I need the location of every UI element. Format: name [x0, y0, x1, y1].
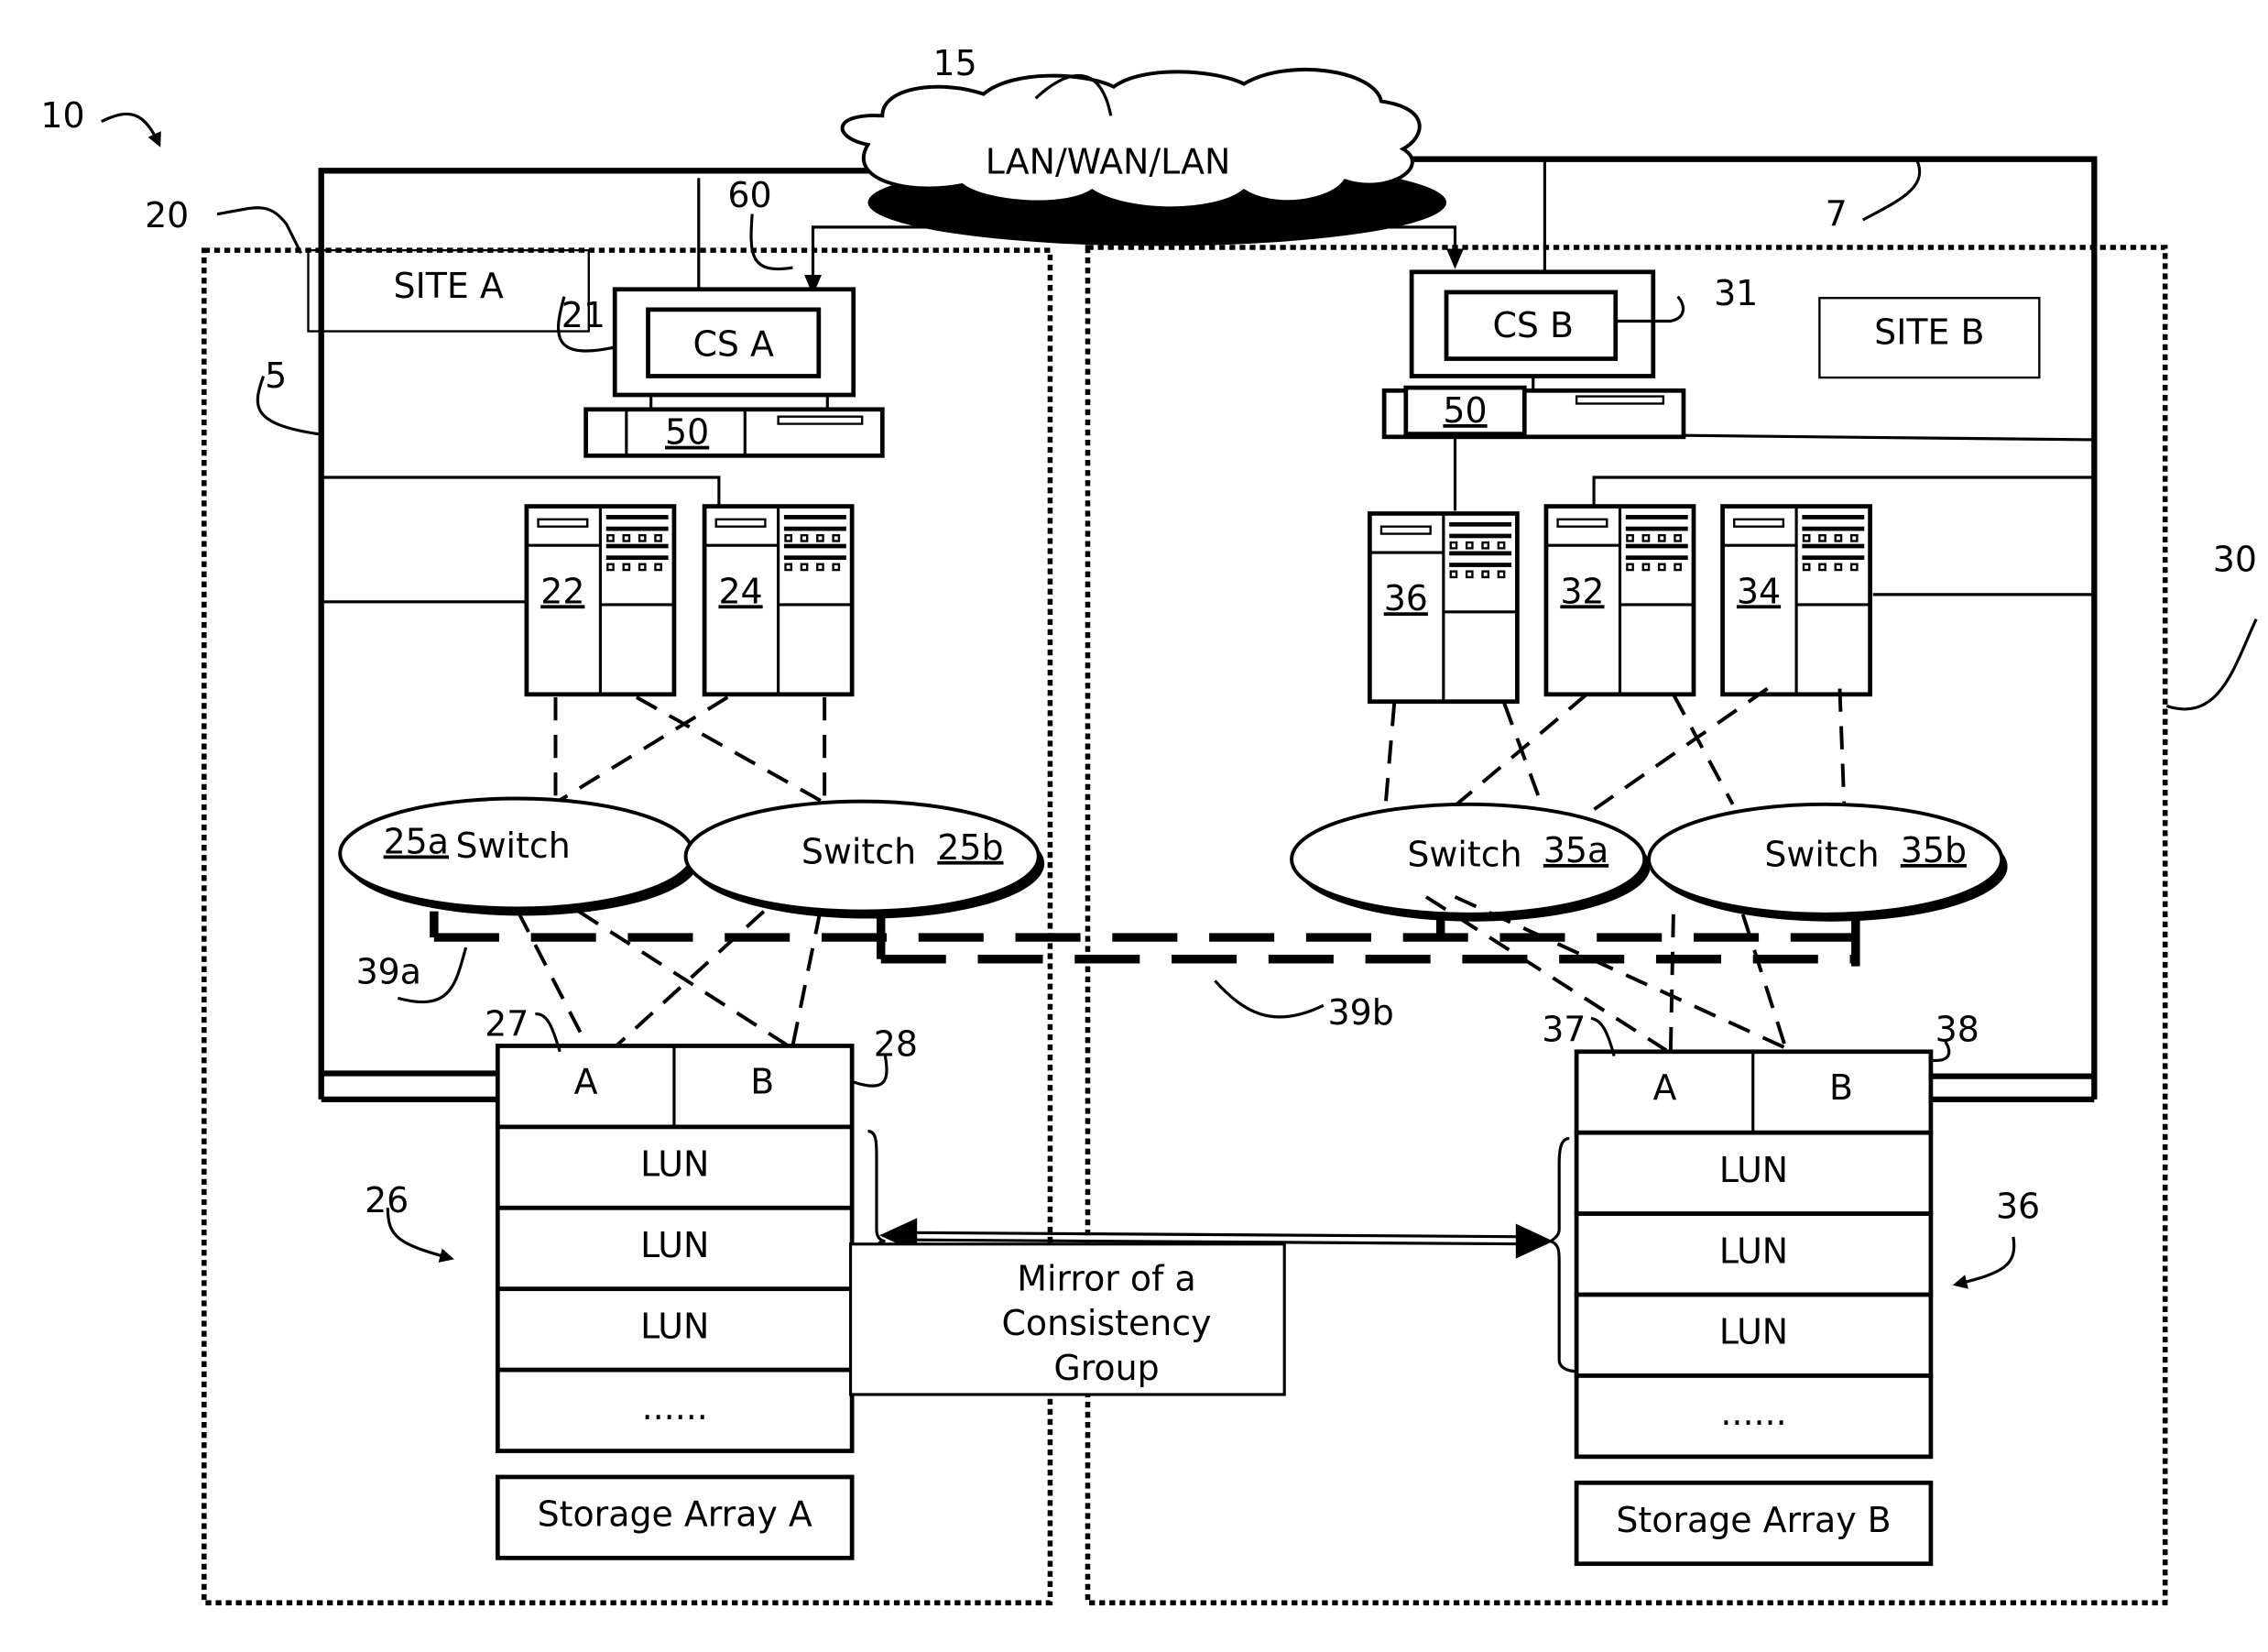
host-ref-label: 22 [540, 571, 584, 611]
storage-port-label: B [1829, 1067, 1853, 1108]
host-ref-label: 32 [1560, 571, 1604, 611]
ref-label-console-a: 21 [562, 295, 605, 335]
network-label: LAN/WAN/LAN [986, 141, 1231, 181]
leader-fabric-b [1214, 979, 1325, 1019]
host-server: 22 [524, 504, 677, 697]
switch-label: Switch [801, 832, 916, 872]
bus-site-a-bottom [321, 1070, 498, 1103]
leader-site-b [2165, 618, 2258, 711]
console-a-label: CS A [692, 323, 774, 364]
leader-arrow-system [101, 112, 161, 148]
leader-storage-b [1952, 1236, 2016, 1289]
ref-label-port-b-a: 37 [1542, 1010, 1586, 1050]
switch-label: Switch [1764, 835, 1879, 875]
switch-storage-links-a [516, 909, 823, 1048]
ref-label-cs-link: 60 [727, 175, 771, 215]
lun-label: LUN [640, 1225, 709, 1265]
ref-label-fabric-a: 39a [356, 952, 421, 992]
storage-name-label: Storage Array B [1616, 1500, 1891, 1540]
ref-label-port-a-b: 28 [874, 1024, 918, 1065]
ref-label-network: 15 [933, 43, 977, 83]
ref-label-port-b-b: 38 [1935, 1010, 1979, 1050]
lun-label: ...... [642, 1387, 708, 1428]
host-link-a [321, 476, 721, 507]
host-server: 34 [1720, 504, 1872, 697]
leader-site-a [216, 206, 303, 254]
host-server: 24 [702, 504, 855, 697]
leader-cs-link [749, 213, 793, 271]
lun-label: LUN [640, 1144, 709, 1185]
lun-label: LUN [1719, 1150, 1788, 1190]
switch-ref-label: 35a [1543, 830, 1608, 870]
switch-ref-label: 25b [937, 827, 1003, 868]
storage-port-label: B [750, 1062, 774, 1102]
mirror-relationship: Mirror of a Consistency Group [848, 1130, 1577, 1396]
storage-array: A B LUN LUN LUN...... Storage Array A [495, 1044, 855, 1560]
storage-port-label: A [1652, 1067, 1676, 1108]
host-switch-links-a [553, 695, 827, 804]
leader-bus-b [1861, 158, 1922, 222]
network-cloud: LAN/WAN/LAN [840, 67, 1447, 246]
ref-label-storage-b: 36 [1996, 1186, 2040, 1226]
ref-label-bus-a: 5 [265, 356, 287, 396]
ref-label-port-a-a: 27 [485, 1003, 529, 1044]
lun-label: ...... [1720, 1393, 1786, 1433]
console-b-unit-ref: 50 [1443, 390, 1487, 431]
mirror-label-line2: Consistency [1001, 1303, 1211, 1343]
ref-label-site-a: 20 [145, 195, 189, 235]
mirror-label-line1: Mirror of a [1017, 1258, 1195, 1298]
switch-ref-label: 35b [1901, 830, 1967, 870]
storage-name-label: Storage Array A [538, 1494, 812, 1535]
console-a-unit-ref: 50 [665, 412, 709, 453]
site-b-label: SITE B [1874, 312, 1984, 353]
fabric-switch: Switch 35b [1647, 802, 2008, 922]
ref-label-system: 10 [40, 95, 84, 136]
lun-label: LUN [1719, 1312, 1788, 1352]
ref-label-bus-b: 7 [1826, 193, 1848, 234]
storage-port-label: A [574, 1062, 598, 1102]
lun-label: LUN [640, 1306, 709, 1346]
switch-label: Switch [456, 826, 571, 866]
lun-label: LUN [1719, 1231, 1788, 1271]
site-a-label: SITE A [394, 266, 504, 306]
ref-label-fabric-b: 39b [1328, 992, 1394, 1033]
console-site-a: CS A 50 [583, 178, 885, 458]
fabric-switch: Switch 25b [683, 799, 1045, 919]
bus-site-b-bottom [1930, 1073, 2095, 1103]
host-ref-label: 34 [1737, 571, 1781, 611]
host-ref-label: 24 [718, 571, 762, 611]
cs-link-arrow-b [1446, 248, 1464, 269]
ref-label-console-b: 31 [1714, 273, 1758, 313]
host-link-b2 [1592, 476, 2095, 507]
storage-array: A B LUN LUN LUN...... Storage Array B [1574, 1049, 1934, 1567]
host-ref-label: 36 [1384, 578, 1428, 618]
mirror-label-line3: Group [1053, 1348, 1159, 1388]
console-b-label: CS B [1492, 305, 1574, 345]
switch-label: Switch [1407, 835, 1521, 875]
switch-ref-label: 25a [384, 821, 449, 861]
fabric-switch: Switch25a [338, 796, 699, 916]
host-server: 32 [1543, 504, 1696, 697]
host-server: 36 [1367, 511, 1520, 705]
replication-system-diagram: 10 SITE A SITE B 20 30 5 7 LAN/WAN/LAN 1… [40, 43, 2258, 1606]
ref-label-site-b: 30 [2213, 540, 2257, 580]
